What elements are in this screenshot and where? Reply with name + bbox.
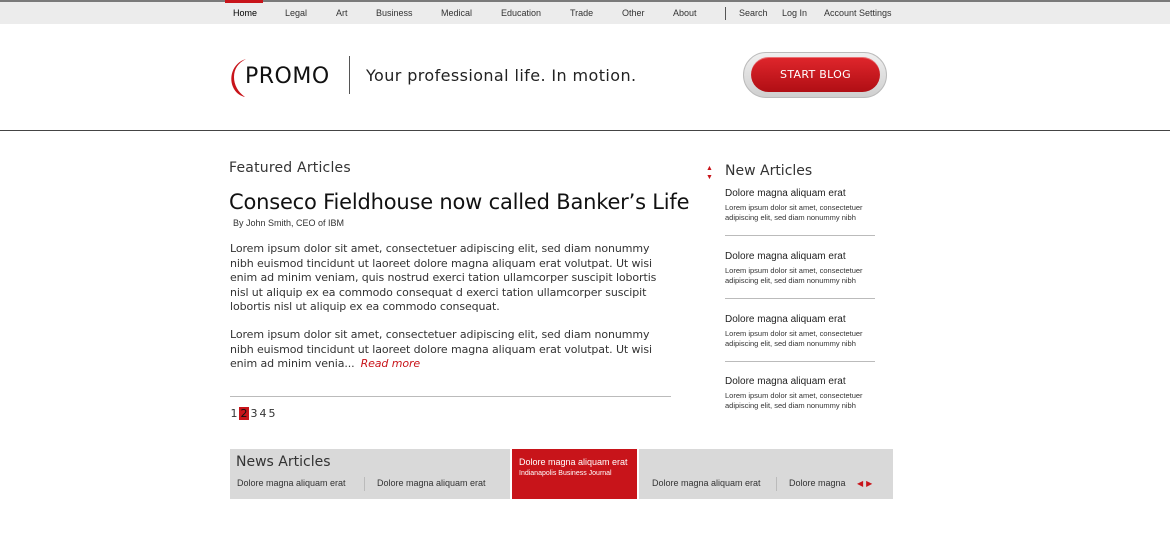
start-blog-button[interactable]: START BLOG [751, 57, 880, 92]
nav-item-education[interactable]: Education [501, 8, 541, 18]
article-title[interactable]: Conseco Fieldhouse now called Banker’s L… [229, 190, 690, 214]
new-article-excerpt: Lorem ipsum dolor sit amet, consectetuer… [725, 266, 863, 285]
featured-divider [230, 396, 671, 397]
nav-item-home[interactable]: Home [233, 8, 257, 18]
new-articles-scroll-arrows: ▲ ▼ [706, 164, 713, 182]
new-articles-heading: New Articles [725, 163, 813, 179]
nav-item-legal[interactable]: Legal [285, 8, 307, 18]
triangle-left-icon[interactable]: ◀ [857, 479, 866, 488]
page-link-5[interactable]: 5 [268, 407, 276, 420]
promo-logo[interactable]: PROMO [228, 57, 338, 99]
news-item-highlighted[interactable]: Dolore magna aliquam erat Indianapolis B… [510, 449, 639, 499]
news-carousel-arrows: ◀▶ [857, 479, 875, 488]
news-highlight-source: Indianapolis Business Journal [519, 470, 612, 477]
triangle-down-icon[interactable]: ▼ [706, 173, 713, 182]
news-highlight-title: Dolore magna aliquam erat [519, 457, 628, 467]
header-divider-line [0, 130, 1170, 131]
featured-articles-heading: Featured Articles [229, 160, 351, 176]
pagination: 1 2 3 4 5 [230, 407, 276, 420]
article-paragraph: Lorem ipsum dolor sit amet, consectetuer… [230, 328, 670, 372]
nav-item-other[interactable]: Other [622, 8, 645, 18]
nav-item-business[interactable]: Business [376, 8, 413, 18]
news-articles-heading: News Articles [236, 454, 331, 470]
nav-active-indicator [225, 0, 263, 3]
new-article-divider [725, 235, 875, 236]
page-link-2-current[interactable]: 2 [239, 407, 249, 420]
article-paragraph-text: Lorem ipsum dolor sit amet, consectetuer… [230, 328, 652, 371]
news-item[interactable]: Dolore magna aliquam erat [652, 478, 761, 488]
article-byline: By John Smith, CEO of IBM [233, 218, 345, 228]
nav-divider [725, 7, 726, 20]
new-article-title[interactable]: Dolore magna aliquam erat [725, 314, 875, 325]
news-separator [364, 477, 365, 491]
article-paragraph: Lorem ipsum dolor sit amet, consectetuer… [230, 242, 657, 314]
news-item[interactable]: Dolore magna aliquam erat [377, 478, 486, 488]
read-more-link[interactable]: Read more [361, 357, 421, 370]
new-article-title[interactable]: Dolore magna aliquam erat [725, 376, 875, 387]
page-link-3[interactable]: 3 [250, 407, 258, 420]
news-item[interactable]: Dolore magna [789, 478, 846, 488]
nav-item-art[interactable]: Art [336, 8, 348, 18]
new-article-item: Dolore magna aliquam erat Lorem ipsum do… [725, 251, 875, 286]
new-article-excerpt: Lorem ipsum dolor sit amet, consectetuer… [725, 391, 863, 410]
top-nav-bar: Home Legal Art Business Medical Educatio… [0, 0, 1170, 24]
new-article-item: Dolore magna aliquam erat Lorem ipsum do… [725, 188, 875, 223]
new-article-item: Dolore magna aliquam erat Lorem ipsum do… [725, 314, 875, 349]
page-link-4[interactable]: 4 [259, 407, 267, 420]
new-article-divider [725, 298, 875, 299]
nav-item-medical[interactable]: Medical [441, 8, 472, 18]
new-article-excerpt: Lorem ipsum dolor sit amet, consectetuer… [725, 203, 863, 222]
news-separator [776, 477, 777, 491]
new-article-title[interactable]: Dolore magna aliquam erat [725, 188, 875, 199]
nav-account-settings-link[interactable]: Account Settings [824, 8, 892, 18]
new-article-title[interactable]: Dolore magna aliquam erat [725, 251, 875, 262]
page-link-1[interactable]: 1 [230, 407, 238, 420]
triangle-up-icon[interactable]: ▲ [706, 164, 713, 173]
logo-text: PROMO [245, 64, 330, 89]
new-article-item: Dolore magna aliquam erat Lorem ipsum do… [725, 376, 875, 411]
nav-search-link[interactable]: Search [739, 8, 768, 18]
nav-item-trade[interactable]: Trade [570, 8, 593, 18]
new-article-excerpt: Lorem ipsum dolor sit amet, consectetuer… [725, 329, 863, 348]
triangle-right-icon[interactable]: ▶ [866, 479, 875, 488]
nav-login-link[interactable]: Log In [782, 8, 807, 18]
tagline: Your professional life. In motion. [366, 66, 637, 85]
nav-item-about[interactable]: About [673, 8, 697, 18]
news-item[interactable]: Dolore magna aliquam erat [237, 478, 346, 488]
new-article-divider [725, 361, 875, 362]
header-divider [349, 56, 350, 94]
